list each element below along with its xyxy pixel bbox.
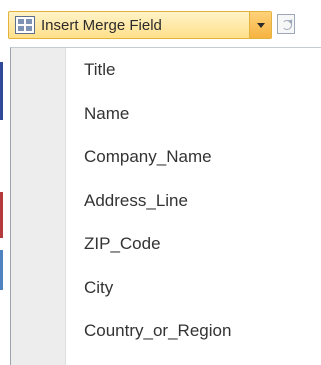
menu-item-title[interactable]: Title [66,48,321,92]
menu-item-city[interactable]: City [66,266,321,310]
window-edge-strip [0,62,3,120]
menu-list: Title Name Company_Name Address_Line ZIP… [66,48,321,353]
menu-item-address-line[interactable]: Address_Line [66,179,321,223]
update-labels-icon[interactable] [277,14,295,34]
mailings-toolbar: Insert Merge Field [0,0,321,44]
word-mailings-screen: Insert Merge Field Title Name Company_Na… [0,0,321,365]
insert-merge-field-label: Insert Merge Field [41,17,162,34]
menu-icon-gutter [11,48,66,365]
menu-item-country-or-region[interactable]: Country_or_Region [66,309,321,353]
menu-item-company-name[interactable]: Company_Name [66,135,321,179]
menu-item-zip-code[interactable]: ZIP_Code [66,222,321,266]
window-edge-strip [0,192,3,238]
insert-merge-field-button[interactable]: Insert Merge Field [8,11,272,39]
merge-field-icon [15,16,35,34]
window-edge-strip [0,250,3,290]
chevron-down-icon[interactable] [249,12,271,38]
menu-item-name[interactable]: Name [66,92,321,136]
merge-field-dropdown-menu: Title Name Company_Name Address_Line ZIP… [10,47,321,365]
